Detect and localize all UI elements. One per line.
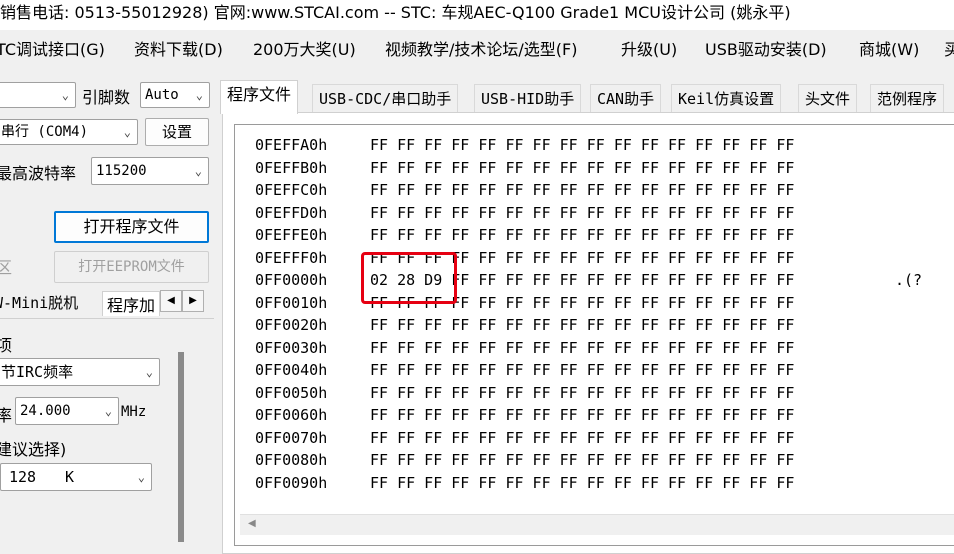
hex-bytes: FF FF FF FF FF FF FF FF FF FF FF FF FF F…	[370, 383, 795, 402]
pin-count-label: 引脚数	[82, 88, 131, 107]
irc-frequency-value: 节IRC频率	[1, 363, 74, 381]
hex-address: 0FF0030h	[255, 338, 328, 357]
hex-address: 0FF0070h	[255, 428, 328, 447]
serial-port-value: 串行 (COM4)	[1, 124, 89, 140]
menu-item-upgrade[interactable]: 升级(U)	[621, 34, 677, 66]
pin-count-value: Auto	[145, 87, 179, 103]
memory-size-combo[interactable]: 128 K ⌄	[0, 463, 152, 491]
scroll-left-icon[interactable]: ◀	[160, 290, 182, 312]
mcu-type-combo[interactable]: ⌄	[0, 82, 76, 108]
suggestion-label: 建议选择)	[0, 440, 67, 459]
menu-item-videos[interactable]: 视频教学/技术论坛/选型(F)	[385, 34, 577, 66]
hex-address: 0FF0000h	[255, 271, 328, 289]
hex-bytes: FF FF FF FF FF FF FF FF FF FF FF FF FF F…	[370, 226, 795, 244]
hex-address: 0FEFFD0h	[255, 203, 328, 222]
tab-header-files[interactable]: 头文件	[798, 84, 858, 113]
hex-address: 0FEFFC0h	[255, 181, 328, 199]
settings-button[interactable]: 设置	[145, 118, 209, 146]
chevron-down-icon: ⌄	[145, 365, 153, 379]
baud-rate-combo[interactable]: 115200 ⌄	[91, 157, 209, 185]
tab-program-file[interactable]: 程序文件	[220, 80, 299, 114]
hex-bytes: FF FF FF FF FF FF FF FF FF FF FF FF FF F…	[370, 361, 795, 379]
scroll-right-icon[interactable]: ▶	[182, 290, 204, 312]
serial-port-combo[interactable]: 串行 (COM4) ⌄	[0, 119, 138, 145]
hex-address: 0FEFFA0h	[255, 136, 328, 154]
hex-bytes: FF FF FF FF FF FF FF FF FF FF FF FF FF F…	[370, 136, 795, 154]
hex-bytes: FF FF FF FF FF FF FF FF FF FF FF FF FF F…	[370, 181, 795, 199]
scroll-left-icon[interactable]: ◀	[248, 518, 256, 529]
menu-item-debug[interactable]: TC调试接口(G)	[0, 34, 105, 66]
tab-can[interactable]: CAN助手	[590, 84, 662, 113]
memory-size-value: 128	[9, 468, 37, 486]
window-title: 销售电话: 0513-55012928) 官网:www.STCAI.com --…	[0, 0, 954, 30]
left-panel-scrollbar[interactable]	[178, 352, 184, 542]
max-baud-label: 最高波特率	[0, 164, 77, 183]
highlight-box	[361, 252, 457, 304]
hex-viewer[interactable]: 0FEFFA0h FF FF FF FF FF FF FF FF FF FF FF…	[234, 124, 954, 546]
chevron-down-icon: ⌄	[195, 88, 203, 102]
open-program-file-button[interactable]: 打开程序文件	[54, 211, 209, 243]
hex-bytes: FF FF FF FF FF FF FF FF FF FF FF FF FF F…	[370, 338, 795, 357]
tab-keil-emulation[interactable]: Keil仿真设置	[671, 84, 782, 113]
hex-horizontal-scrollbar[interactable]: ◀	[240, 514, 954, 535]
baud-rate-value: 115200	[96, 163, 147, 179]
hex-address: 0FF0090h	[255, 473, 328, 492]
chevron-down-icon: ⌄	[123, 125, 131, 139]
hex-address: 0FEFFF0h	[255, 248, 328, 267]
menu-item-buy[interactable]: 买	[944, 34, 954, 66]
chevron-down-icon: ⌄	[61, 88, 69, 102]
chevron-down-icon: ⌄	[194, 164, 202, 178]
frequency-input[interactable]: 24.000 ⌄	[15, 397, 119, 425]
hex-address: 0FF0060h	[255, 406, 328, 424]
hex-bytes: FF FF FF FF FF FF FF FF FF FF FF FF FF F…	[370, 428, 795, 447]
options-section-label: 项	[0, 336, 13, 355]
frequency-label: 率	[0, 406, 13, 425]
area-label: 区	[0, 258, 13, 277]
hex-bytes: FF FF FF FF FF FF FF FF FF FF FF FF FF F…	[370, 451, 795, 469]
hex-bytes: FF FF FF FF FF FF FF FF FF FF FF FF FF F…	[370, 203, 795, 222]
hex-address: 0FF0050h	[255, 383, 328, 402]
hex-address: 0FF0040h	[255, 361, 328, 379]
hex-address: 0FF0020h	[255, 316, 328, 334]
chevron-down-icon: ⌄	[137, 470, 145, 484]
hex-ascii: .(?	[895, 271, 923, 289]
frequency-value: 24.000	[20, 403, 71, 419]
left-subtabs: W-Mini脱机 程序加 ◀ ▶	[0, 288, 214, 319]
menu-item-shop[interactable]: 商城(W)	[859, 34, 919, 66]
menu-item-usb-driver[interactable]: USB驱动安装(D)	[705, 34, 827, 66]
tab-offline-mini[interactable]: W-Mini脱机	[0, 292, 78, 313]
chevron-down-icon: ⌄	[104, 404, 112, 418]
tab-example-programs[interactable]: 范例程序	[870, 84, 945, 113]
hex-address: 0FEFFB0h	[255, 158, 328, 177]
hex-bytes: FF FF FF FF FF FF FF FF FF FF FF FF FF F…	[370, 473, 795, 492]
tab-program-encrypt[interactable]: 程序加	[102, 291, 161, 316]
hex-bytes: FF FF FF FF FF FF FF FF FF FF FF FF FF F…	[370, 406, 795, 424]
menu-bar: TC调试接口(G) 资料下载(D) 200万大奖(U) 视频教学/技术论坛/选型…	[0, 34, 954, 66]
tab-usb-hid[interactable]: USB-HID助手	[474, 84, 582, 113]
hex-address: 0FEFFE0h	[255, 226, 328, 244]
hex-bytes: FF FF FF FF FF FF FF FF FF FF FF FF FF F…	[370, 158, 795, 177]
tab-usb-cdc-serial[interactable]: USB-CDC/串口助手	[312, 84, 459, 113]
hex-bytes: FF FF FF FF FF FF FF FF FF FF FF FF FF F…	[370, 316, 795, 334]
open-eeprom-file-button[interactable]: 打开EEPROM文件	[54, 251, 209, 283]
frequency-unit: MHz	[121, 404, 147, 420]
memory-size-unit: K	[65, 468, 75, 486]
hex-address: 0FF0080h	[255, 451, 328, 469]
menu-item-downloads[interactable]: 资料下载(D)	[134, 34, 223, 66]
irc-frequency-combo[interactable]: 节IRC频率 ⌄	[0, 358, 160, 386]
menu-item-prize[interactable]: 200万大奖(U)	[253, 34, 356, 66]
hex-address: 0FF0010h	[255, 293, 328, 312]
pin-count-combo[interactable]: Auto ⌄	[140, 82, 210, 108]
